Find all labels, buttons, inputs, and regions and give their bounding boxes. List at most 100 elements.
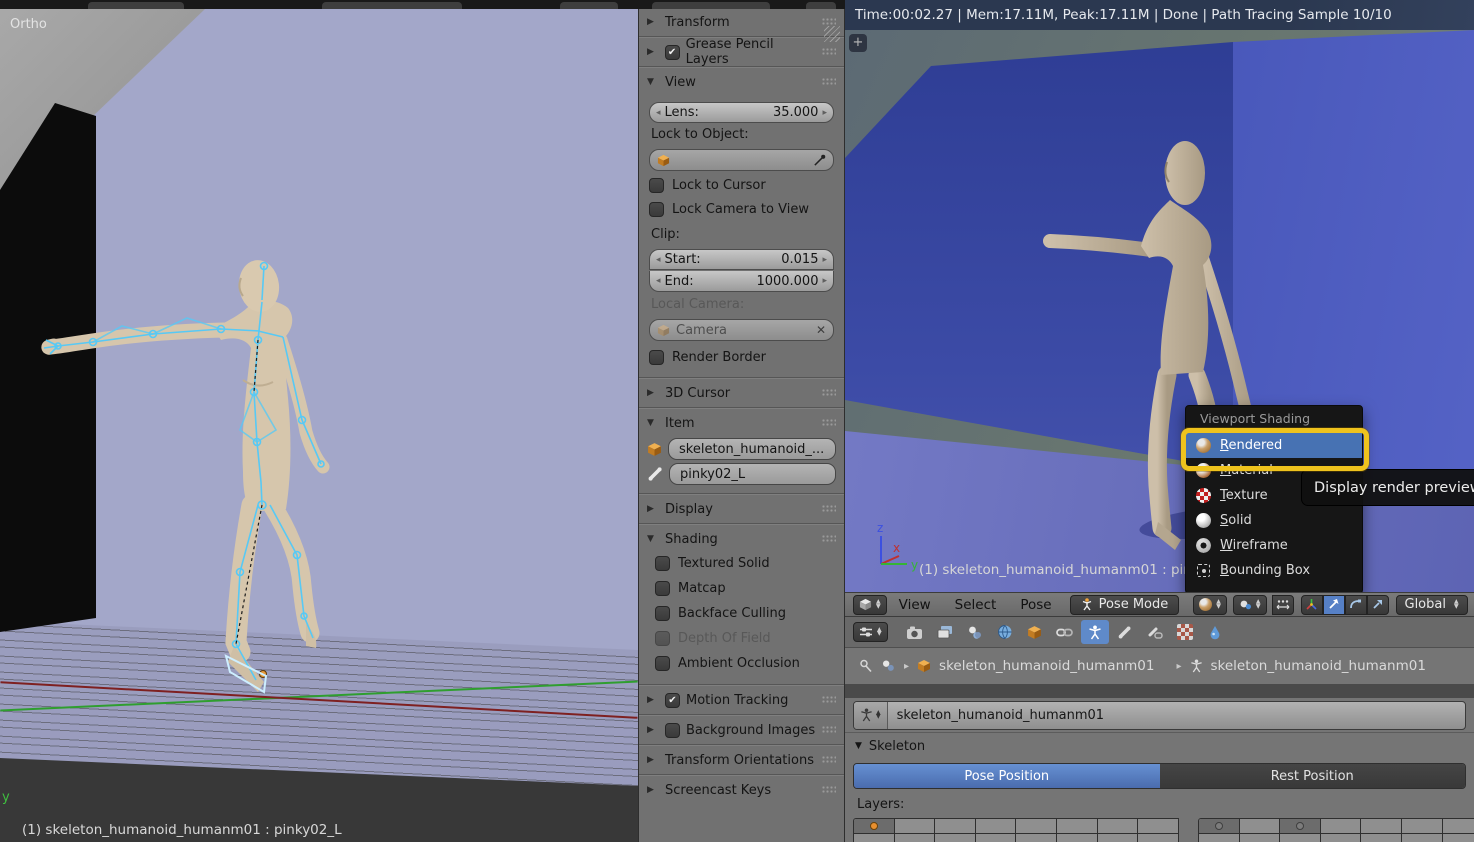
- drag-grip-icon[interactable]: [822, 756, 836, 764]
- drag-grip-icon[interactable]: [822, 535, 836, 543]
- lens-slider[interactable]: ◂ Lens: 35.000 ▸: [649, 102, 834, 123]
- viewport-shading-selector[interactable]: ▲▼: [1193, 595, 1227, 615]
- pose-menu[interactable]: Pose: [1008, 597, 1063, 613]
- layer-cell[interactable]: [1402, 819, 1443, 834]
- panel-header-item[interactable]: ▼ Item: [639, 411, 844, 435]
- layer-cell[interactable]: [976, 819, 1017, 834]
- layer-cell[interactable]: [1016, 819, 1057, 834]
- motion-tracking-checkbox[interactable]: ✔: [665, 693, 680, 708]
- backface-culling-row[interactable]: Backface Culling: [639, 601, 844, 626]
- layer-cell[interactable]: [1138, 834, 1179, 842]
- layer-cell[interactable]: [935, 819, 976, 834]
- panel-header-shading[interactable]: ▼ Shading: [639, 527, 844, 551]
- view-menu[interactable]: View: [887, 597, 943, 613]
- rest-position-button[interactable]: Rest Position: [1160, 764, 1466, 788]
- drag-grip-icon[interactable]: [822, 18, 836, 26]
- tab-object[interactable]: [1021, 620, 1049, 644]
- drag-grip-icon[interactable]: [822, 726, 836, 734]
- layer-cell[interactable]: [1240, 834, 1281, 842]
- manipulator-axis-button[interactable]: [1301, 595, 1323, 615]
- tab-object-data-armature[interactable]: [1081, 620, 1109, 644]
- layer-cell[interactable]: [1443, 819, 1474, 834]
- posed-character-with-armature[interactable]: [0, 0, 638, 842]
- grease-pencil-checkbox[interactable]: ✔: [665, 45, 680, 60]
- drag-grip-icon[interactable]: [822, 786, 836, 794]
- layer-cell[interactable]: [1138, 819, 1179, 834]
- lock-camera-row[interactable]: Lock Camera to View: [639, 197, 844, 221]
- tab-constraints[interactable]: [1051, 620, 1079, 644]
- lock-to-cursor-row[interactable]: Lock to Cursor: [639, 173, 844, 197]
- drag-grip-icon[interactable]: [822, 48, 836, 56]
- textured-solid-row[interactable]: Textured Solid: [639, 551, 844, 576]
- local-camera-field[interactable]: Camera ✕: [649, 319, 834, 341]
- breadcrumb-data-name[interactable]: skeleton_humanoid_humanm01: [1211, 658, 1426, 674]
- mode-selector[interactable]: Pose Mode: [1070, 595, 1180, 615]
- layer-cell[interactable]: [1402, 834, 1443, 842]
- panel-header-view[interactable]: ▼ View: [639, 70, 844, 94]
- select-menu[interactable]: Select: [943, 597, 1009, 613]
- lock-object-field[interactable]: [649, 149, 834, 171]
- background-images-checkbox[interactable]: [665, 723, 680, 738]
- render-border-checkbox[interactable]: [649, 350, 664, 365]
- layer-cell[interactable]: [1443, 834, 1474, 842]
- clear-x-icon[interactable]: ✕: [816, 323, 826, 337]
- pin-icon[interactable]: [859, 659, 873, 673]
- pivot-point-selector[interactable]: ▲▼: [1233, 595, 1267, 615]
- clip-end-slider[interactable]: ◂ End: 1000.000 ▸: [649, 271, 834, 292]
- matcap-row[interactable]: Matcap: [639, 576, 844, 601]
- ambient-occlusion-checkbox[interactable]: [655, 656, 670, 671]
- drag-grip-icon[interactable]: [822, 505, 836, 513]
- panel-header-display[interactable]: ▶ Display: [639, 497, 844, 521]
- tab-bone-constraints[interactable]: [1141, 620, 1169, 644]
- drag-grip-icon[interactable]: [822, 78, 836, 86]
- breadcrumb-object-name[interactable]: skeleton_humanoid_humanm01: [939, 658, 1154, 674]
- editor-type-selector[interactable]: ▲▼: [853, 595, 887, 615]
- layer-cell[interactable]: [1098, 834, 1139, 842]
- eyedropper-icon[interactable]: [813, 154, 826, 167]
- drag-grip-icon[interactable]: [822, 696, 836, 704]
- layer-cell[interactable]: [1199, 834, 1240, 842]
- transform-orientation-selector[interactable]: Global ▲▼: [1396, 595, 1468, 615]
- layer-cell[interactable]: [1321, 819, 1362, 834]
- pose-position-button[interactable]: Pose Position: [854, 764, 1160, 788]
- decrement-arrow-icon[interactable]: ◂: [656, 108, 661, 118]
- tab-render-layers[interactable]: [931, 620, 959, 644]
- translate-manipulator-button[interactable]: [1323, 595, 1345, 615]
- layer-cell[interactable]: [1057, 819, 1098, 834]
- drag-grip-icon[interactable]: [822, 389, 836, 397]
- lock-to-cursor-checkbox[interactable]: [649, 178, 664, 193]
- lock-camera-checkbox[interactable]: [649, 202, 664, 217]
- drag-grip-icon[interactable]: [822, 419, 836, 427]
- object-name-field[interactable]: skeleton_humanoid_...: [668, 438, 836, 460]
- layer-cell[interactable]: [1240, 819, 1281, 834]
- tab-scene[interactable]: [961, 620, 989, 644]
- id-name-value[interactable]: skeleton_humanoid_humanm01: [888, 708, 1104, 723]
- tab-render[interactable]: [901, 620, 929, 644]
- tab-physics[interactable]: [1201, 620, 1229, 644]
- bone-name-field[interactable]: pinky02_L: [669, 463, 836, 485]
- region-expand-button[interactable]: +: [849, 34, 867, 52]
- layer-cell[interactable]: [976, 834, 1017, 842]
- layer-cell-marked[interactable]: [1199, 819, 1240, 834]
- viewport-3d-rendered[interactable]: + z x y (1) skeleton_humanoid_humanm01 :…: [845, 30, 1474, 592]
- panel-header-transform[interactable]: ▶ Transform: [639, 10, 844, 34]
- manipulate-center-points-button[interactable]: [1272, 595, 1294, 615]
- panel-resize-grip[interactable]: [824, 26, 840, 42]
- scale-manipulator-button[interactable]: [1367, 595, 1389, 615]
- panel-header-background-images[interactable]: ▶ Background Images: [639, 718, 844, 742]
- viewport-3d-solid[interactable]: Ortho y (1) skeleton_humanoid_humanm01 :…: [0, 0, 638, 842]
- textured-solid-checkbox[interactable]: [655, 556, 670, 571]
- clip-start-slider[interactable]: ◂ Start: 0.015 ▸: [649, 249, 834, 270]
- layer-cell[interactable]: [1057, 834, 1098, 842]
- layer-cell-marked[interactable]: [1280, 819, 1321, 834]
- tab-textures[interactable]: [1171, 620, 1199, 644]
- armature-id-field[interactable]: ▲▼ skeleton_humanoid_humanm01: [853, 701, 1466, 730]
- editor-type-selector[interactable]: ▲▼: [853, 622, 888, 642]
- layer-cell[interactable]: [895, 819, 936, 834]
- panel-header-grease-pencil[interactable]: ▶ ✔ Grease Pencil Layers: [639, 40, 844, 64]
- layer-cell[interactable]: [854, 834, 895, 842]
- render-border-row[interactable]: Render Border: [639, 345, 844, 369]
- matcap-checkbox[interactable]: [655, 581, 670, 596]
- layer-cell[interactable]: [1361, 834, 1402, 842]
- tab-bone[interactable]: [1111, 620, 1139, 644]
